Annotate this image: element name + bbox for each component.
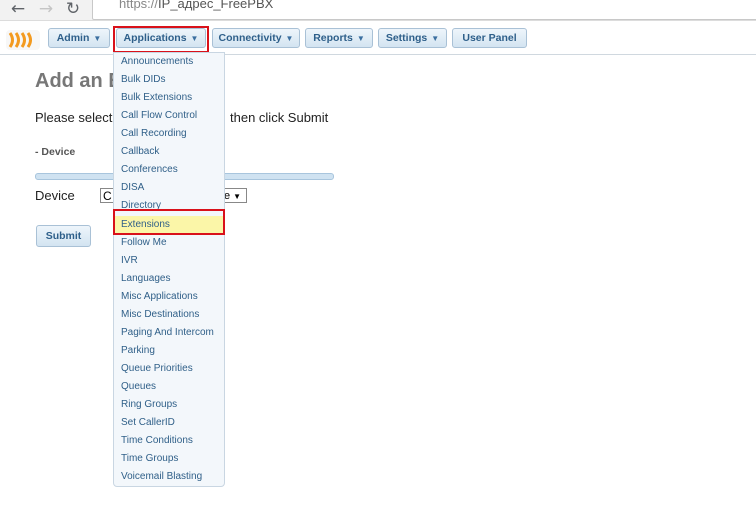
menu-item-call-flow-control[interactable]: Call Flow Control: [115, 107, 223, 125]
device-select[interactable]: C: [100, 188, 114, 203]
device-label: Device: [35, 188, 75, 203]
instruction-text-end: then click Submit: [230, 110, 329, 125]
page-title: Add an E: [35, 70, 122, 92]
menu-item-misc-applications[interactable]: Misc Applications: [115, 288, 223, 306]
instruction-text-start: Please select: [35, 110, 113, 125]
device-select-end[interactable]: e ▼: [224, 188, 247, 203]
menu-settings[interactable]: Settings ▼: [378, 28, 447, 48]
menu-item-callback[interactable]: Callback: [115, 143, 223, 161]
menu-item-ivr[interactable]: IVR: [115, 252, 223, 270]
menu-item-conferences[interactable]: Conferences: [115, 161, 223, 179]
menu-item-paging-and-intercom[interactable]: Paging And Intercom: [115, 324, 223, 342]
url-scheme: https://: [119, 0, 159, 11]
url-host: IP_адрес_FreePBX: [158, 0, 274, 11]
menu-item-bulk-extensions[interactable]: Bulk Extensions: [115, 89, 223, 107]
menu-item-disa[interactable]: DISA: [115, 179, 223, 197]
menu-item-time-conditions[interactable]: Time Conditions: [115, 432, 223, 450]
menu-item-bulk-dids[interactable]: Bulk DIDs: [115, 71, 223, 89]
menu-settings-label: Settings: [385, 32, 428, 44]
address-bar[interactable]: https://IP_адрес_FreePBX: [92, 0, 756, 20]
arrow-left-icon[interactable]: ←: [8, 0, 28, 19]
menu-item-misc-destinations[interactable]: Misc Destinations: [115, 306, 223, 324]
menu-item-set-callerid[interactable]: Set CallerID: [115, 414, 223, 432]
chevron-down-icon: ▼: [233, 192, 242, 201]
chevron-down-icon: ▼: [285, 33, 294, 43]
applications-highlight-frame: [113, 26, 209, 53]
menu-reports[interactable]: Reports ▼: [305, 28, 373, 48]
submit-button[interactable]: Submit: [36, 225, 91, 247]
freepbx-logo[interactable]: [6, 30, 40, 50]
menu-item-call-recording[interactable]: Call Recording: [115, 125, 223, 143]
browser-toolbar: ← → ↻ https://IP_адрес_FreePBX: [0, 0, 756, 21]
arrow-right-icon[interactable]: →: [36, 0, 56, 19]
menu-item-languages[interactable]: Languages: [115, 270, 223, 288]
menu-item-ring-groups[interactable]: Ring Groups: [115, 396, 223, 414]
menu-admin-label: Admin: [56, 32, 90, 44]
menu-connectivity[interactable]: Connectivity ▼: [212, 28, 300, 48]
menu-user-panel[interactable]: User Panel: [452, 28, 527, 48]
menu-item-voicemail-blasting[interactable]: Voicemail Blasting: [115, 468, 223, 486]
menu-connectivity-label: Connectivity: [218, 32, 282, 44]
menu-reports-label: Reports: [313, 32, 353, 44]
menu-item-queues[interactable]: Queues: [115, 378, 223, 396]
menu-user-panel-label: User Panel: [462, 32, 517, 44]
menu-item-follow-me[interactable]: Follow Me: [115, 234, 223, 252]
chevron-down-icon: ▼: [431, 33, 440, 43]
menu-item-queue-priorities[interactable]: Queue Priorities: [115, 360, 223, 378]
menu-item-time-groups[interactable]: Time Groups: [115, 450, 223, 468]
applications-dropdown: Announcements Bulk DIDs Bulk Extensions …: [113, 52, 225, 487]
extensions-highlight-frame: [113, 209, 225, 235]
chevron-down-icon: ▼: [93, 33, 102, 43]
reload-icon[interactable]: ↻: [63, 0, 83, 19]
menu-admin[interactable]: Admin ▼: [48, 28, 110, 48]
menu-item-parking[interactable]: Parking: [115, 342, 223, 360]
menu-item-announcements[interactable]: Announcements: [115, 53, 223, 71]
chevron-down-icon: ▼: [356, 33, 365, 43]
url-text: https://IP_адрес_FreePBX: [93, 0, 273, 12]
section-heading-device: - Device: [35, 146, 76, 158]
